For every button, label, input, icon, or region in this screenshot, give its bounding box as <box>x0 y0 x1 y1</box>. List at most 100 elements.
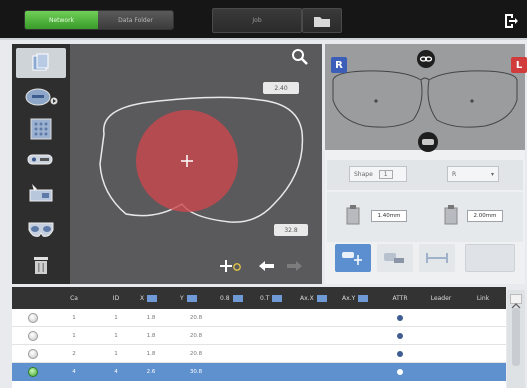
column-x[interactable]: X <box>136 287 176 309</box>
column-y-folder-icon <box>186 294 197 302</box>
cell-ca: 4 <box>72 369 76 375</box>
cell-x: 1.8 <box>146 333 156 339</box>
distance-icon <box>426 253 448 263</box>
top-bar: Network Data Folder Job <box>0 0 527 40</box>
tab-data-folder[interactable]: Data Folder <box>98 11 173 29</box>
tab-network[interactable]: Network <box>25 11 98 29</box>
shape-dropdown[interactable]: Shape 1 <box>349 166 407 182</box>
grid-pattern-icon <box>30 118 52 140</box>
cell-y: 20.8 <box>189 351 203 357</box>
column-d-b[interactable]: 0.8 <box>216 287 256 309</box>
table-row[interactable]: 2 1 1.8 20.8 <box>12 345 506 363</box>
row-select-radio[interactable] <box>28 331 38 341</box>
app-window: Network Data Folder Job 2.40 32.8 R L Sh… <box>0 0 527 388</box>
tool-layers[interactable] <box>16 48 66 78</box>
add-point-icon[interactable] <box>220 259 242 273</box>
magnifier-icon[interactable] <box>291 48 309 66</box>
cell-y: 20.8 <box>189 315 203 321</box>
column-id[interactable]: ID <box>96 287 136 309</box>
job-field[interactable]: Job <box>212 8 302 33</box>
attr-dot <box>397 333 403 339</box>
hand-blocker-icon <box>29 184 53 202</box>
side-dropdown[interactable]: R ▾ <box>447 166 499 182</box>
groove-icon <box>384 253 404 263</box>
table-row-selected[interactable]: 4 4 2.6 30.8 <box>12 363 506 381</box>
shape-value: 1 <box>378 169 393 179</box>
column-leader[interactable]: Leader <box>420 287 462 309</box>
row-select-radio[interactable] <box>28 367 38 377</box>
exit-button[interactable] <box>497 8 523 33</box>
right-panel: R L Shape 1 R ▾ 1.40mm 2.00mm <box>325 44 527 284</box>
hole-tool-icon <box>27 154 53 165</box>
option-drill-button[interactable] <box>335 244 371 272</box>
cell-id: 1 <box>114 351 118 357</box>
column-d-b-folder-icon <box>232 294 243 302</box>
table-row[interactable]: 1 1 1.8 20.8 <box>12 327 506 345</box>
delete-button[interactable] <box>16 250 66 280</box>
tool-hole[interactable] <box>16 144 66 174</box>
column-y[interactable]: Y <box>176 287 216 309</box>
trash-icon <box>34 257 48 274</box>
cell-y: 30.8 <box>189 369 203 375</box>
column-ca[interactable]: Ca <box>54 287 94 309</box>
lens-drawing <box>99 96 304 223</box>
cell-id: 1 <box>114 315 118 321</box>
column-d-t-folder-icon <box>272 294 283 302</box>
lens-canvas[interactable]: 2.40 32.8 <box>70 44 322 284</box>
scroll-thumb[interactable] <box>512 308 520 366</box>
left-lens-badge[interactable]: L <box>511 57 527 73</box>
top-value-label[interactable]: 2.40 <box>263 82 299 94</box>
tool-column <box>12 44 70 284</box>
cell-x: 1.8 <box>146 351 156 357</box>
column-x-folder-icon <box>147 294 158 302</box>
table-row[interactable]: 1 1 1.8 20.8 <box>12 309 506 327</box>
column-ax-x-folder-icon <box>316 294 327 302</box>
column-ax-y[interactable]: Ax.Y <box>338 287 380 309</box>
folder-icon <box>314 16 330 27</box>
tool-frame[interactable] <box>16 214 66 244</box>
scroll-up-button[interactable] <box>510 294 522 309</box>
column-ax-y-folder-icon <box>358 294 369 302</box>
cell-id: 1 <box>114 333 118 339</box>
bottom-value-label[interactable]: 32.8 <box>274 224 308 236</box>
exit-icon <box>505 13 518 28</box>
undo-icon[interactable] <box>258 259 276 273</box>
open-folder-button[interactable] <box>302 8 342 33</box>
cell-ca: 1 <box>72 315 76 321</box>
frame-preview[interactable]: R L <box>325 44 527 153</box>
cell-ca: 1 <box>72 333 76 339</box>
right-measure-field[interactable]: 2.00mm <box>467 210 503 222</box>
right-lens-badge[interactable]: R <box>331 57 347 73</box>
cell-x: 1.8 <box>146 315 156 321</box>
side-value: R <box>452 170 457 178</box>
cell-ca: 2 <box>72 351 76 357</box>
tracer-icon[interactable] <box>417 131 439 153</box>
right-depth-icon <box>444 205 458 225</box>
layers-icon <box>32 53 49 71</box>
tool-lens-shape[interactable] <box>16 82 66 112</box>
column-ax-x[interactable]: Ax.X <box>296 287 338 309</box>
column-d-t[interactable]: 0.T <box>256 287 296 309</box>
cell-x: 2.6 <box>146 369 156 375</box>
cell-id: 4 <box>114 369 118 375</box>
row-select-radio[interactable] <box>28 313 38 323</box>
mode-switch[interactable]: Network Data Folder <box>24 10 174 30</box>
link-icon[interactable] <box>416 49 436 69</box>
tool-blocker[interactable] <box>16 178 66 208</box>
shape-controls: Shape 1 R ▾ <box>327 160 523 190</box>
shape-label: Shape <box>354 170 373 178</box>
measurement-panel: 1.40mm 2.00mm <box>327 192 523 242</box>
left-measure-field[interactable]: 1.40mm <box>371 210 407 222</box>
redo-icon[interactable] <box>285 259 303 273</box>
option-groove-button[interactable] <box>377 244 413 272</box>
cell-y: 20.8 <box>189 333 203 339</box>
table-scrollbar[interactable] <box>507 290 525 388</box>
tool-pattern[interactable] <box>16 114 66 144</box>
column-attr[interactable]: ATTR <box>382 287 418 309</box>
column-link[interactable]: Link <box>462 287 504 309</box>
row-select-radio[interactable] <box>28 349 38 359</box>
option-extra-button[interactable] <box>465 244 515 272</box>
option-measure-button[interactable] <box>419 244 455 272</box>
table-header: Ca ID X Y 0.8 0.T Ax.X Ax.Y ATTR Leader … <box>12 287 506 309</box>
attr-dot <box>397 315 403 321</box>
